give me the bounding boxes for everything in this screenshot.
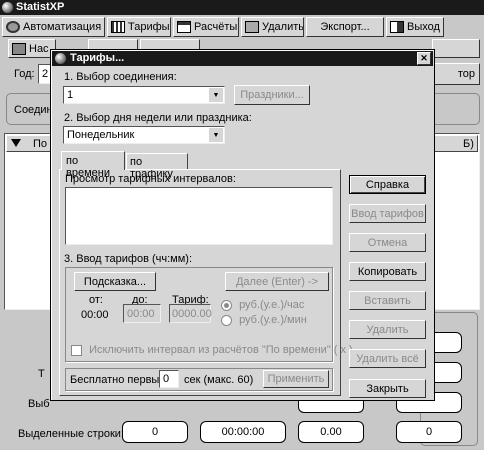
selected-count: 0 <box>122 421 188 443</box>
from-value: 00:00 <box>81 309 109 321</box>
day-select[interactable]: Понедельник ▼ <box>63 126 225 144</box>
rate-per-minute-radio[interactable]: руб.(у.е.)/мин <box>221 314 307 326</box>
rate-per-hour-radio[interactable]: руб.(у.е.)/час <box>221 299 304 311</box>
delete-button: Удалить <box>349 320 426 339</box>
next-button: Далее (Enter) -> <box>225 272 329 291</box>
apply-button: Применить <box>263 370 329 388</box>
toolbar-delete-button[interactable]: Удалить <box>241 17 304 37</box>
dialog-close-button[interactable]: ✕ <box>417 52 431 65</box>
exclude-interval-checkbox[interactable]: Исключить интервал из расчётов "По време… <box>71 344 353 356</box>
exit-icon <box>390 21 404 33</box>
to-field[interactable]: 00:00 <box>123 304 161 323</box>
selected-cost: 0.00 <box>298 421 364 443</box>
selected-rows-label: Выделенные строки: <box>18 428 124 440</box>
hint-button[interactable]: Подсказка... <box>74 272 156 291</box>
delete-all-button: Удалить всё <box>349 349 426 368</box>
year-label: Год: <box>14 68 35 80</box>
radio-empty-icon <box>221 314 232 326</box>
tab-by-traffic[interactable]: по трафику <box>126 153 188 180</box>
radio-selected-icon <box>221 299 232 311</box>
holidays-button: Праздники... <box>234 85 310 105</box>
free-seconds-unit: сек (макс. 60) <box>184 374 254 386</box>
dialog-icon <box>55 53 66 64</box>
section2-label: 2. Выбор дня недели или праздника: <box>64 112 252 124</box>
connection-label: Соедин <box>14 104 53 116</box>
toolbar2-settings-button[interactable]: Нас <box>8 39 56 58</box>
selected-duration: 00:00:00 <box>200 421 286 443</box>
toolbar-automation-button[interactable]: Автоматизация <box>2 17 105 37</box>
toolbar-exit-button[interactable]: Выход <box>386 17 444 37</box>
checkbox-icon <box>71 344 82 356</box>
cancel-button: Отмена <box>349 233 426 252</box>
connection-select[interactable]: 1 ▼ <box>63 86 225 104</box>
free-seconds-field[interactable]: 0 <box>159 370 179 388</box>
toolbar-calculations-button[interactable]: Расчёты <box>173 17 239 37</box>
row-t-label: Т <box>38 368 45 380</box>
automation-icon <box>6 21 20 33</box>
calculations-icon <box>177 21 191 33</box>
row-vyb-label: Выб <box>28 398 50 410</box>
intervals-list[interactable] <box>65 187 333 245</box>
grid-header-right: Б) <box>463 138 474 150</box>
toolbar-export-button[interactable]: Экспорт... <box>306 17 384 37</box>
tariffs-dialog: Тарифы... ✕ 1. Выбор соединения: 1 ▼ Пра… <box>50 49 435 401</box>
chevron-down-icon: ▼ <box>208 88 223 102</box>
delete-icon <box>245 21 259 33</box>
dialog-title-bar: Тарифы... ✕ <box>52 51 433 66</box>
close-icon: ✕ <box>420 53 428 63</box>
selected-traffic: 0 <box>396 421 462 443</box>
section3-label: 3. Ввод тарифов (чч:мм): <box>64 253 193 265</box>
grid-header-left: По <box>33 138 48 150</box>
sort-arrow-icon <box>11 139 21 147</box>
tariff-field[interactable]: 0000.00 <box>169 304 212 323</box>
toolbar2-button-4[interactable] <box>432 39 480 58</box>
chevron-down-icon: ▼ <box>208 128 223 142</box>
free-seconds-label: Бесплатно первые <box>70 374 166 386</box>
paste-button: Вставить <box>349 291 426 310</box>
main-title-bar: StatistXP <box>0 0 484 15</box>
settings-icon <box>12 42 26 55</box>
dialog-title: Тарифы... <box>70 52 125 64</box>
tab-by-time[interactable]: по времени <box>61 151 125 179</box>
main-title: StatistXP <box>16 1 65 13</box>
enter-tariffs-button: Ввод тарифов <box>349 204 426 223</box>
help-button[interactable]: Справка <box>349 175 426 194</box>
close-button[interactable]: Закрыть <box>349 379 426 398</box>
tariffs-icon <box>111 21 125 33</box>
app-icon <box>2 2 13 13</box>
copy-button[interactable]: Копировать <box>349 262 426 281</box>
toolbar-tariffs-button[interactable]: Тарифы <box>107 17 171 37</box>
section1-label: 1. Выбор соединения: <box>64 71 177 83</box>
from-label: от: <box>89 294 103 306</box>
